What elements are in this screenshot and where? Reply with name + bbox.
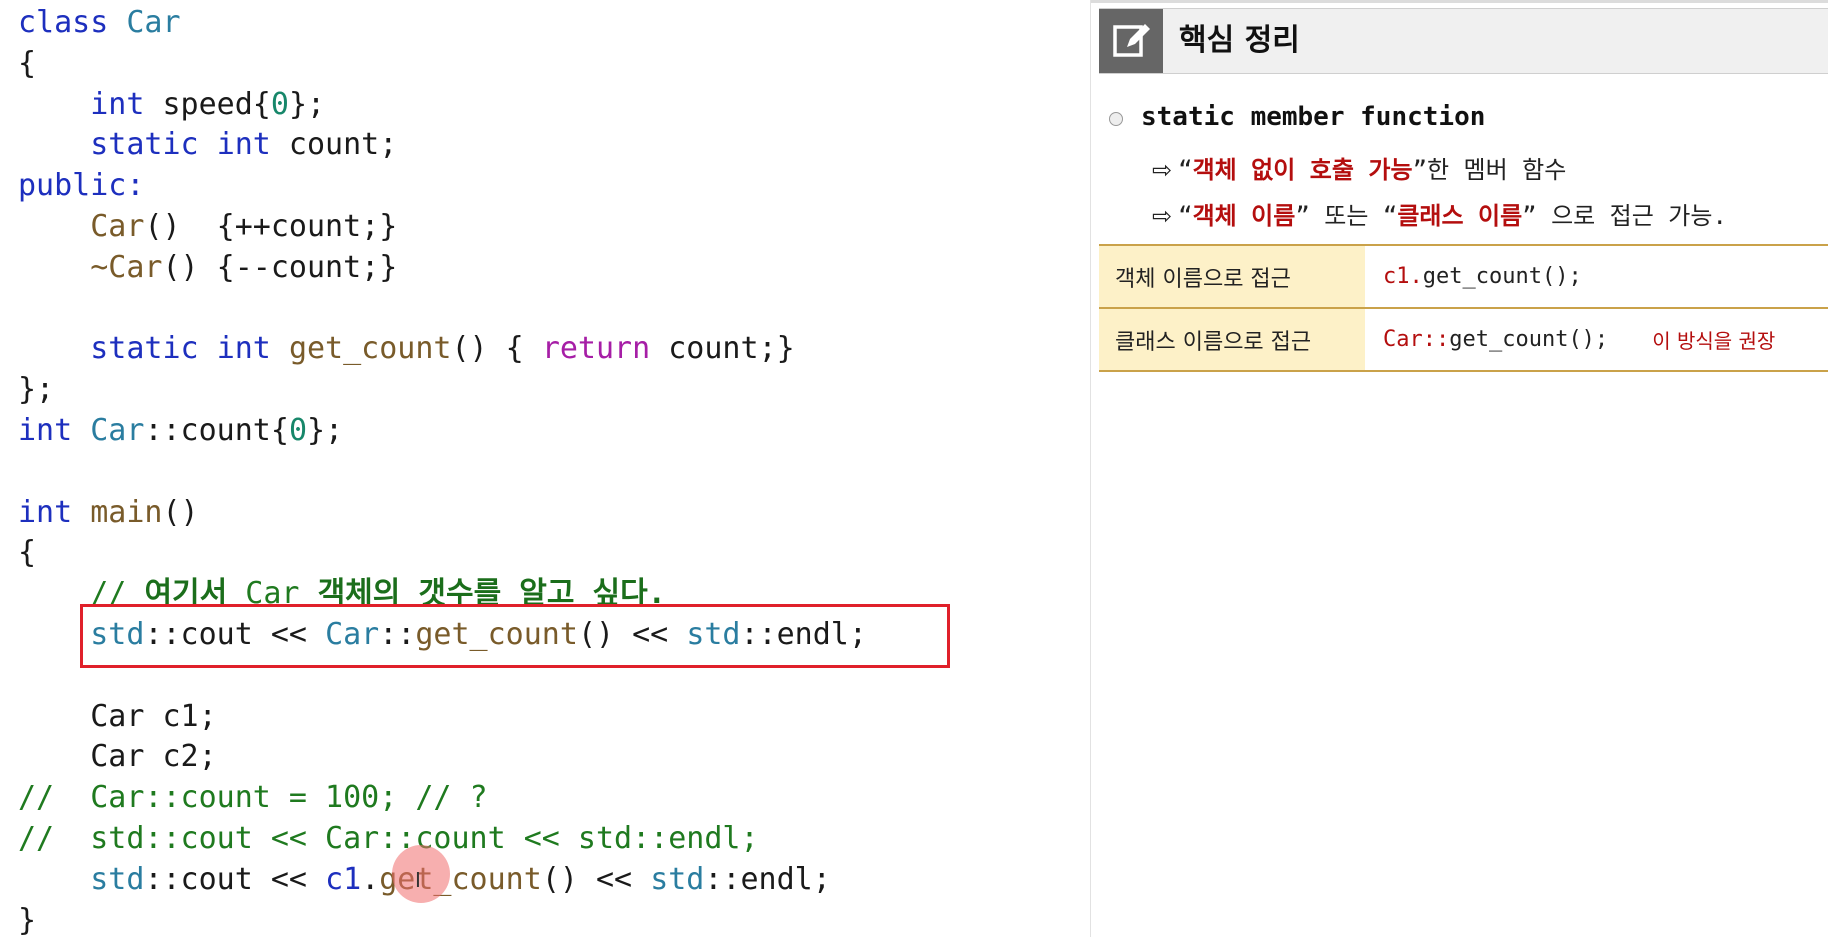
text-cursor-icon: I: [415, 868, 421, 892]
code-token: ::cout <<: [144, 861, 326, 897]
code-token: Car c2;: [18, 739, 217, 775]
code-token: };: [307, 412, 344, 448]
row-code: Car:: get_count(); 이 방식을 권장: [1383, 327, 1776, 353]
access-table: 객체 이름으로 접근 c1. get_count(); 클래스 이름으로 접근 C…: [1099, 244, 1828, 372]
code-token: c1: [325, 861, 362, 897]
code-line[interactable]: // Car::count = 100; // ?: [18, 778, 867, 819]
code-token: () {++count;}: [144, 208, 398, 244]
highlight-box: [80, 604, 950, 668]
code-line[interactable]: [18, 452, 867, 493]
code-lines: class Car{ int speed{0}; static int coun…: [18, 3, 867, 941]
code-token: };: [288, 86, 326, 122]
code-token: .: [361, 861, 380, 897]
code-line[interactable]: {: [18, 533, 867, 574]
panel-title: 핵심 정리: [1179, 23, 1300, 58]
code-token: count;}: [650, 331, 795, 367]
code-token: int: [18, 412, 73, 448]
code-line[interactable]: static int get_count() { return count;}: [18, 329, 867, 370]
code-line[interactable]: }: [18, 901, 867, 941]
code-line[interactable]: class Car: [18, 3, 867, 44]
code-token: get_count: [288, 331, 452, 367]
panel-header: 핵심 정리: [1099, 8, 1828, 74]
code-token: ~Car: [90, 249, 163, 285]
code-token: class: [18, 5, 109, 40]
code-token: () {--count;}: [162, 249, 398, 285]
code-token: Car: [90, 412, 145, 448]
code-token: 0: [270, 86, 289, 122]
code-token: std: [90, 861, 145, 897]
recommendation-note: 이 방식을 권장: [1652, 329, 1776, 353]
code-line[interactable]: };: [18, 370, 867, 411]
summary-panel: 핵심 정리 static member function ⇨ “객체 없이 호출 …: [1097, 0, 1828, 937]
code-line[interactable]: Car() {++count;}: [18, 207, 867, 248]
row-code: c1. get_count();: [1383, 264, 1582, 289]
code-token: ::count{: [144, 412, 289, 448]
code-line[interactable]: int main(): [18, 493, 867, 534]
topic-heading: static member function: [1141, 102, 1486, 132]
code-token: (): [162, 494, 199, 530]
code-token: static: [90, 331, 199, 367]
code-token: int: [18, 494, 73, 530]
pane-divider[interactable]: [1090, 0, 1091, 937]
code-token: }: [18, 902, 37, 938]
code-token: // std::cout << Car::count << std::endl;: [18, 820, 759, 856]
code-line[interactable]: {: [18, 44, 867, 85]
code-token: int: [216, 331, 271, 367]
code-token: };: [18, 372, 55, 408]
code-token: () <<: [541, 861, 651, 897]
code-line[interactable]: static int count;: [18, 125, 867, 166]
table-row: 객체 이름으로 접근 c1. get_count();: [1099, 246, 1828, 307]
description-line-2: ⇨ “객체 이름” 또는 “클래스 이름” 으로 접근 가능.: [1152, 202, 1727, 230]
code-line[interactable]: Car c2;: [18, 737, 867, 778]
code-line[interactable]: ~Car() {--count;}: [18, 248, 867, 289]
code-line[interactable]: int Car::count{0};: [18, 411, 867, 452]
code-line[interactable]: [18, 289, 867, 330]
code-token: {: [18, 535, 37, 571]
code-editor[interactable]: class Car{ int speed{0}; static int coun…: [0, 0, 1090, 938]
code-token: public:: [18, 168, 145, 204]
code-token: // Car::count = 100; // ?: [18, 780, 488, 816]
arrow-right-icon: ⇨: [1152, 156, 1173, 184]
code-token: int: [216, 127, 271, 163]
code-token: count;: [270, 127, 398, 163]
code-token: speed{: [144, 86, 271, 122]
code-token: {: [18, 45, 37, 81]
code-line[interactable]: public:: [18, 166, 867, 207]
arrow-right-icon: ⇨: [1152, 202, 1173, 230]
mouse-cursor-highlight: [392, 845, 450, 903]
code-token: () {: [451, 331, 542, 367]
code-token: static: [90, 127, 199, 163]
code-token: int: [90, 86, 145, 122]
code-token: std: [650, 861, 705, 897]
code-token: main: [90, 494, 163, 530]
edit-note-icon: [1099, 9, 1163, 73]
code-line[interactable]: Car c1;: [18, 697, 867, 738]
table-row: 클래스 이름으로 접근 Car:: get_count(); 이 방식을 권장: [1099, 307, 1828, 370]
code-token: ::endl;: [704, 861, 831, 897]
code-token: Car c1;: [18, 698, 217, 734]
row-label: 클래스 이름으로 접근: [1099, 309, 1365, 370]
row-label: 객체 이름으로 접근: [1099, 246, 1365, 307]
description-line-1: ⇨ “객체 없이 호출 가능”한 멤버 함수: [1152, 156, 1567, 184]
code-token: Car: [90, 208, 145, 244]
code-line[interactable]: int speed{0};: [18, 85, 867, 126]
code-token: 0: [288, 412, 307, 448]
code-token: return: [541, 331, 651, 367]
code-token: Car: [126, 5, 181, 40]
bullet-icon: [1109, 112, 1123, 126]
